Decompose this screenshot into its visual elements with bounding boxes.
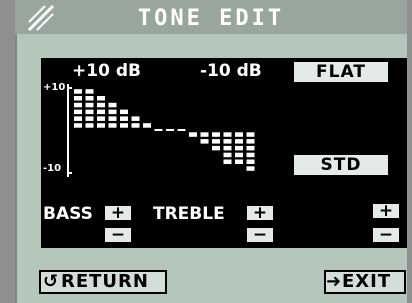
eq-band-13-segment — [212, 145, 220, 151]
eq-band-4-segment — [108, 109, 117, 115]
eq-band-4 — [108, 102, 117, 128]
treble-plus-button[interactable]: + — [245, 204, 275, 222]
eq-band-3-segment — [97, 116, 105, 121]
eq-band-8-zero — [154, 129, 163, 131]
eq-band-2 — [85, 89, 94, 128]
eq-band-1-segment — [74, 89, 82, 94]
eq-band-2-segment — [85, 102, 94, 108]
eq-band-13-segment — [212, 132, 220, 137]
bass-minus-button[interactable]: − — [103, 226, 133, 244]
eq-band-15-segment — [235, 132, 243, 137]
eq-band-15 — [235, 132, 243, 164]
eq-band-7-segment — [143, 123, 151, 128]
treble-minus-button[interactable]: − — [245, 226, 275, 244]
return-icon: ↺ — [42, 271, 60, 292]
eq-band-5-segment — [120, 116, 128, 121]
eq-band-1 — [74, 89, 82, 128]
eq-band-2-segment — [85, 123, 94, 128]
eq-band-14-segment — [223, 159, 232, 164]
eq-band-6-segment — [131, 123, 140, 128]
eq-band-11-segment — [189, 132, 197, 137]
eq-band-5-segment — [120, 123, 128, 128]
eq-graph — [67, 84, 255, 177]
eq-band-3-segment — [97, 102, 105, 108]
flat-button[interactable]: FLAT — [292, 60, 390, 84]
eq-band-9-zero — [166, 129, 174, 131]
eq-band-10 — [177, 129, 186, 131]
std-button[interactable]: STD — [292, 153, 390, 177]
eq-band-2-segment — [85, 116, 94, 121]
bass-plus-button[interactable]: + — [103, 204, 133, 222]
eq-band-14-segment — [223, 145, 232, 151]
eq-band-14-segment — [223, 132, 232, 137]
eq-band-4-segment — [108, 123, 117, 128]
eq-band-14-segment — [223, 139, 232, 144]
return-button[interactable]: ↺ RETURN — [39, 270, 167, 294]
eq-band-13 — [212, 132, 220, 151]
vol-minus-button[interactable]: − — [371, 226, 401, 244]
eq-band-3-segment — [97, 109, 105, 115]
eq-band-2-segment — [85, 96, 94, 101]
eq-band-12-segment — [200, 132, 209, 137]
eq-band-16-segment — [246, 159, 255, 164]
eq-bars — [74, 89, 255, 171]
eq-band-16-segment — [246, 132, 255, 137]
eq-band-3 — [97, 96, 105, 128]
bass-label: BASS — [43, 204, 93, 224]
eq-band-2-segment — [85, 109, 94, 115]
eq-band-9 — [166, 129, 174, 131]
eq-band-1-segment — [74, 109, 82, 115]
eq-band-13-segment — [212, 139, 220, 144]
treble-label: TREBLE — [153, 204, 225, 224]
eq-band-1-segment — [74, 116, 82, 121]
eq-band-15-segment — [235, 145, 243, 151]
eq-band-15-segment — [235, 159, 243, 164]
eq-band-10-zero — [177, 129, 186, 131]
eq-band-11 — [189, 132, 197, 137]
eq-band-14 — [223, 132, 232, 164]
eq-band-3-segment — [97, 96, 105, 101]
return-label: RETURN — [61, 271, 149, 292]
exit-icon: ➜ — [326, 271, 343, 292]
eq-band-16-segment — [246, 145, 255, 151]
eq-band-3-segment — [97, 123, 105, 128]
eq-band-12-segment — [200, 139, 209, 144]
eq-band-16 — [246, 132, 255, 171]
eq-band-1-segment — [74, 102, 82, 108]
eq-band-6 — [131, 116, 140, 128]
eq-band-15-segment — [235, 139, 243, 144]
eq-band-2-segment — [85, 89, 94, 94]
eq-band-16-segment — [246, 166, 255, 171]
eq-band-1-segment — [74, 123, 82, 128]
eq-band-6-segment — [131, 116, 140, 121]
eq-band-16-segment — [246, 139, 255, 144]
exit-button[interactable]: ➜EXIT — [324, 270, 406, 294]
eq-band-8 — [154, 129, 163, 131]
vol-plus-button[interactable]: + — [371, 202, 401, 220]
vol-label: VOL — [371, 187, 396, 200]
eq-band-4-segment — [108, 102, 117, 108]
eq-band-12 — [200, 132, 209, 144]
eq-band-4-segment — [108, 116, 117, 121]
eq-band-16-segment — [246, 152, 255, 158]
eq-band-5 — [120, 109, 128, 128]
exit-label: EXIT — [342, 271, 392, 292]
eq-band-15-segment — [235, 152, 243, 158]
eq-band-5-segment — [120, 109, 128, 115]
eq-band-1-segment — [74, 96, 82, 101]
eq-band-14-segment — [223, 152, 232, 158]
eq-band-7 — [143, 123, 151, 128]
